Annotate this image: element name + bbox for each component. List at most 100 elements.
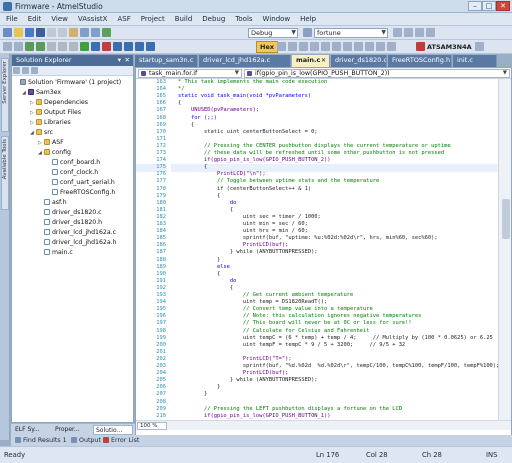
menu-vassistx[interactable]: VAssistX — [78, 15, 108, 23]
find-icon[interactable] — [393, 28, 402, 37]
processor-icon[interactable] — [332, 42, 341, 51]
menu-debug[interactable]: Debug — [202, 15, 225, 23]
tool-icon[interactable] — [475, 42, 484, 51]
tab-freertosconfig[interactable]: FreeRTOSConfig.h — [388, 55, 452, 67]
indent-icon[interactable] — [3, 42, 12, 51]
new-project-icon[interactable] — [3, 28, 12, 37]
tree-item[interactable]: ▷ Output Files — [30, 108, 81, 117]
tree-item[interactable]: driver_lcd_jhd162a.c — [38, 228, 116, 237]
tree-item[interactable]: driver_ds1820.c — [38, 208, 102, 217]
tab-properties[interactable]: Proper... — [53, 425, 91, 435]
cut-icon[interactable] — [47, 28, 56, 37]
tree-item[interactable]: main.c — [38, 248, 73, 257]
minimize-button[interactable]: – — [468, 1, 482, 11]
save-icon[interactable] — [25, 28, 34, 37]
trace-icon[interactable] — [376, 42, 385, 51]
menu-help[interactable]: Help — [300, 15, 316, 23]
breakpoints-icon[interactable] — [343, 42, 352, 51]
code-line[interactable]: 210 if(gpio_pin_is_low(GPIO_PUSH_BUTTON_… — [136, 412, 498, 420]
step-into-icon[interactable] — [113, 42, 122, 51]
undo-icon[interactable] — [80, 28, 89, 37]
tab-find-results[interactable]: Find Results 1 — [15, 435, 67, 446]
menu-window[interactable]: Window — [263, 15, 291, 23]
tab-startup-sam3n[interactable]: startup_sam3n.c — [135, 55, 198, 67]
watch-icon[interactable] — [299, 42, 308, 51]
uncomment-icon[interactable] — [36, 42, 45, 51]
tab-init-c[interactable]: init.c — [453, 55, 497, 67]
device-name[interactable]: ATSAM3N4A — [427, 43, 472, 51]
tree-item[interactable]: ▷ ASF — [38, 138, 64, 147]
menu-tools[interactable]: Tools — [235, 15, 252, 23]
tree-item[interactable]: conf_uart_serial.h — [46, 178, 115, 187]
menu-file[interactable]: File — [6, 15, 18, 23]
tab-main-c[interactable]: main.c ✕ — [292, 55, 330, 67]
close-button[interactable]: ✕ — [496, 1, 510, 11]
terminal-icon[interactable] — [387, 42, 396, 51]
member-dropdown[interactable]: if(gpio_pin_is_low(GPIO_PUSH_BUTTON_2)) ▼ — [244, 69, 510, 78]
refresh-icon[interactable] — [31, 67, 38, 74]
prev-bookmark-icon[interactable] — [58, 42, 67, 51]
tree-item[interactable]: asf.h — [38, 198, 67, 207]
zoom-dropdown[interactable]: 100 % — [137, 422, 167, 430]
show-all-files-icon[interactable] — [22, 67, 29, 74]
tree-item[interactable]: ◢ config — [38, 148, 71, 157]
stop-icon[interactable] — [102, 42, 111, 51]
tree-item[interactable]: ◢ Sam3ex — [22, 88, 61, 97]
menu-project[interactable]: Project — [141, 15, 165, 23]
tab-solution-explorer[interactable]: Solutio... — [93, 425, 133, 435]
menu-build[interactable]: Build — [175, 15, 193, 23]
options-icon[interactable] — [426, 28, 435, 37]
close-tab-icon[interactable]: ✕ — [321, 55, 326, 66]
vertical-scrollbar[interactable] — [498, 79, 511, 420]
tab-error-list[interactable]: Error List — [103, 435, 139, 446]
bookmark-icon[interactable] — [47, 42, 56, 51]
save-all-icon[interactable] — [36, 28, 45, 37]
tree-item[interactable]: ▷ Dependencies — [30, 98, 88, 107]
tree-item[interactable]: driver_ds1820.h — [38, 218, 102, 227]
tree-item[interactable]: ◢ src — [30, 128, 53, 137]
outdent-icon[interactable] — [14, 42, 23, 51]
open-icon[interactable] — [14, 28, 23, 37]
maximize-button[interactable]: □ — [482, 1, 496, 11]
scrollbar-thumb[interactable] — [502, 199, 510, 239]
pin-icon[interactable]: ▾ — [118, 55, 121, 65]
server-explorer-tab[interactable]: Server Explorer — [1, 58, 9, 132]
comment-icon[interactable] — [25, 42, 34, 51]
menu-view[interactable]: View — [51, 15, 68, 23]
paste-icon[interactable] — [69, 28, 78, 37]
available-tools-tab[interactable]: Available Tools — [1, 136, 9, 210]
code-area[interactable]: 163 * This task implements the main code … — [136, 79, 498, 420]
step-out-icon[interactable] — [135, 42, 144, 51]
tree-item[interactable]: conf_board.h — [46, 158, 100, 167]
platform-icon[interactable] — [303, 28, 312, 37]
disassembly-icon[interactable] — [310, 42, 319, 51]
next-bookmark-icon[interactable] — [69, 42, 78, 51]
horizontal-scrollbar[interactable]: 100 % — [136, 420, 511, 430]
memory-icon[interactable] — [277, 42, 286, 51]
tab-driver-ds1820[interactable]: driver_ds1820.c — [331, 55, 387, 67]
hex-display-button[interactable]: Hex — [256, 41, 279, 53]
properties-icon[interactable] — [13, 67, 20, 74]
close-icon[interactable]: ✕ — [125, 55, 130, 65]
tab-driver-lcd-jhd162a[interactable]: driver_lcd_jhd162a.c — [199, 55, 291, 67]
redo-icon[interactable] — [91, 28, 100, 37]
properties-icon[interactable] — [404, 28, 413, 37]
menu-edit[interactable]: Edit — [28, 15, 42, 23]
menu-asf[interactable]: ASF — [117, 15, 130, 23]
start-debug-icon[interactable] — [102, 28, 111, 37]
call-stack-icon[interactable] — [354, 42, 363, 51]
tree-item[interactable]: conf_clock.h — [46, 168, 98, 177]
tree-item[interactable]: FreeRTOSConfig.h — [46, 188, 115, 197]
tab-output[interactable]: Output — [71, 435, 101, 446]
tree-item[interactable]: driver_lcd_jhd162a.h — [38, 238, 117, 247]
toolbox-icon[interactable] — [415, 28, 424, 37]
continue-icon[interactable] — [80, 42, 89, 51]
locals-icon[interactable] — [365, 42, 374, 51]
step-over-icon[interactable] — [124, 42, 133, 51]
copy-icon[interactable] — [58, 28, 67, 37]
configuration-select[interactable]: Debug ▼ — [248, 28, 298, 38]
tree-item[interactable]: Solution 'Firmware' (1 project) — [14, 78, 121, 87]
tree-item[interactable]: ▷ Libraries — [30, 118, 71, 127]
find-combo[interactable]: fortune ▼ — [314, 28, 388, 38]
io-view-icon[interactable] — [321, 42, 330, 51]
